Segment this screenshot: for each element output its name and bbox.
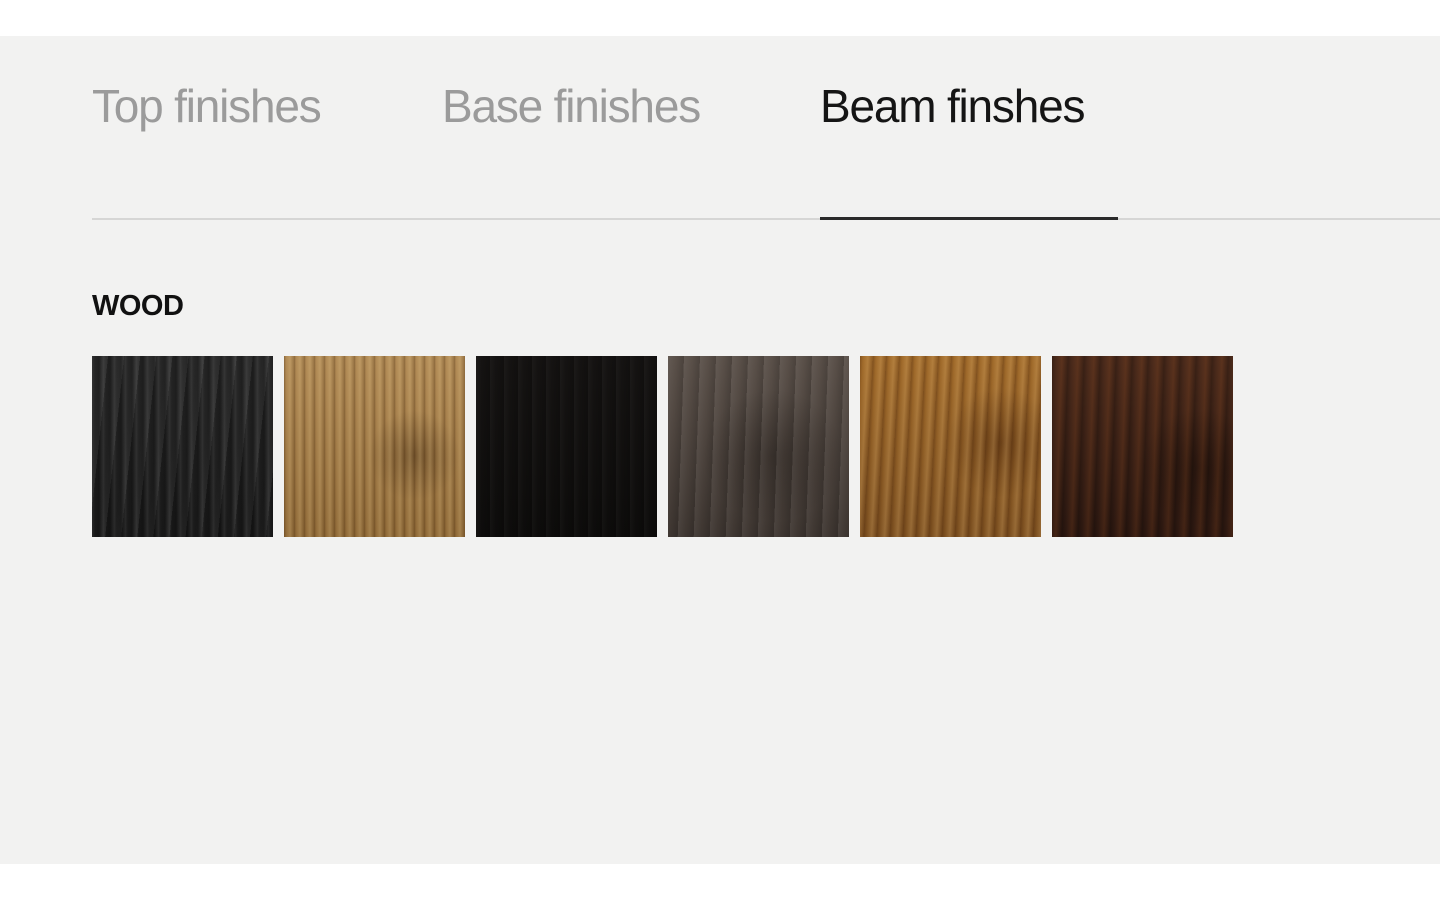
tab-base-finishes[interactable]: Base finishes	[442, 80, 701, 132]
finishes-panel: Top finishes Base finishes Beam finshes …	[0, 36, 1440, 864]
active-tab-underline	[820, 217, 1118, 220]
tab-top-finishes[interactable]: Top finishes	[92, 80, 322, 132]
section-title-wood: WOOD	[92, 290, 184, 322]
tab-beam-finishes[interactable]: Beam finshes	[820, 80, 1085, 132]
wood-swatch-1[interactable]	[92, 356, 273, 537]
wood-swatch-2[interactable]	[284, 356, 465, 537]
tabs-divider	[92, 218, 1440, 220]
wood-swatch-6[interactable]	[1052, 356, 1233, 537]
wood-swatch-5[interactable]	[860, 356, 1041, 537]
wood-swatch-4[interactable]	[668, 356, 849, 537]
wood-swatch-3[interactable]	[476, 356, 657, 537]
